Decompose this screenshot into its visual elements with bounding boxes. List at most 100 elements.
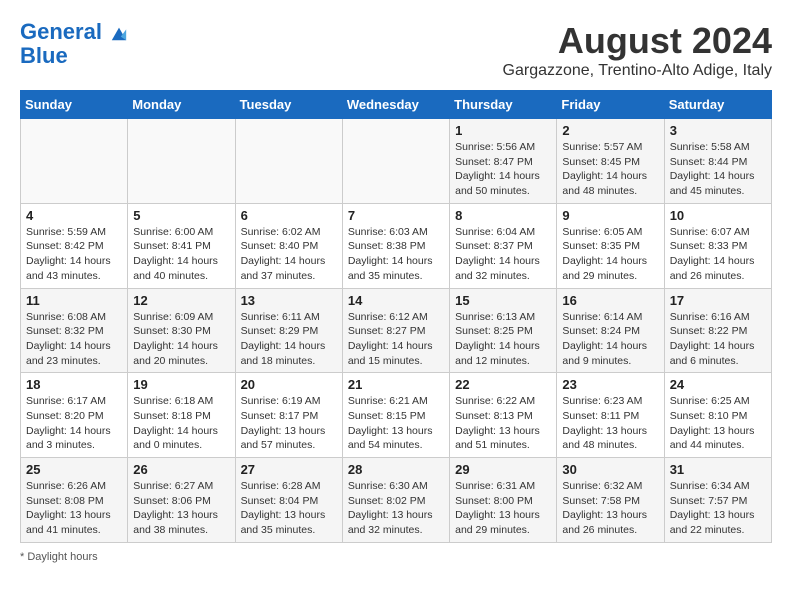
calendar-cell bbox=[342, 119, 449, 204]
day-info: Sunrise: 6:31 AM Sunset: 8:00 PM Dayligh… bbox=[455, 479, 551, 538]
day-info: Sunrise: 6:14 AM Sunset: 8:24 PM Dayligh… bbox=[562, 310, 658, 369]
calendar-cell: 31 Sunrise: 6:34 AM Sunset: 7:57 PM Dayli… bbox=[664, 458, 771, 543]
day-info: Sunrise: 5:57 AM Sunset: 8:45 PM Dayligh… bbox=[562, 140, 658, 199]
day-info: Sunrise: 6:05 AM Sunset: 8:35 PM Dayligh… bbox=[562, 225, 658, 284]
day-number: 30 bbox=[562, 462, 658, 477]
day-info: Sunrise: 6:19 AM Sunset: 8:17 PM Dayligh… bbox=[241, 394, 337, 453]
day-number: 24 bbox=[670, 377, 766, 392]
logo: General Blue bbox=[20, 20, 128, 68]
calendar-day-header: Sunday bbox=[21, 91, 128, 119]
day-number: 20 bbox=[241, 377, 337, 392]
calendar-cell: 3Sunrise: 5:58 AM Sunset: 8:44 PM Daylig… bbox=[664, 119, 771, 204]
calendar-week-row: 4 Sunrise: 5:59 AM Sunset: 8:42 PM Daylig… bbox=[21, 203, 772, 288]
calendar-week-row: 1 Sunrise: 5:56 AM Sunset: 8:47 PM Daylig… bbox=[21, 119, 772, 204]
calendar-cell: 13 Sunrise: 6:11 AM Sunset: 8:29 PM Dayli… bbox=[235, 288, 342, 373]
calendar-cell: 15Sunrise: 6:13 AM Sunset: 8:25 PM Dayli… bbox=[450, 288, 557, 373]
calendar-cell: 14 Sunrise: 6:12 AM Sunset: 8:27 PM Dayli… bbox=[342, 288, 449, 373]
logo-text2: Blue bbox=[20, 44, 68, 68]
day-info: Sunrise: 6:11 AM Sunset: 8:29 PM Dayligh… bbox=[241, 310, 337, 369]
day-number: 14 bbox=[348, 293, 444, 308]
calendar-cell bbox=[128, 119, 235, 204]
day-number: 17 bbox=[670, 293, 766, 308]
calendar-cell: 26Sunrise: 6:27 AM Sunset: 8:06 PM Dayli… bbox=[128, 458, 235, 543]
calendar-cell: 17 Sunrise: 6:16 AM Sunset: 8:22 PM Dayli… bbox=[664, 288, 771, 373]
day-info: Sunrise: 6:09 AM Sunset: 8:30 PM Dayligh… bbox=[133, 310, 229, 369]
calendar-cell: 12Sunrise: 6:09 AM Sunset: 8:30 PM Dayli… bbox=[128, 288, 235, 373]
day-info: Sunrise: 6:17 AM Sunset: 8:20 PM Dayligh… bbox=[26, 394, 122, 453]
day-info: Sunrise: 6:07 AM Sunset: 8:33 PM Dayligh… bbox=[670, 225, 766, 284]
day-number: 1 bbox=[455, 123, 551, 138]
calendar-day-header: Saturday bbox=[664, 91, 771, 119]
calendar-cell: 29Sunrise: 6:31 AM Sunset: 8:00 PM Dayli… bbox=[450, 458, 557, 543]
day-info: Sunrise: 6:02 AM Sunset: 8:40 PM Dayligh… bbox=[241, 225, 337, 284]
month-title: August 2024 bbox=[503, 20, 772, 62]
day-info: Sunrise: 6:32 AM Sunset: 7:58 PM Dayligh… bbox=[562, 479, 658, 538]
footer-note: * Daylight hours bbox=[20, 551, 772, 563]
calendar-cell: 4 Sunrise: 5:59 AM Sunset: 8:42 PM Daylig… bbox=[21, 203, 128, 288]
day-info: Sunrise: 6:21 AM Sunset: 8:15 PM Dayligh… bbox=[348, 394, 444, 453]
day-number: 3 bbox=[670, 123, 766, 138]
day-info: Sunrise: 6:30 AM Sunset: 8:02 PM Dayligh… bbox=[348, 479, 444, 538]
day-info: Sunrise: 6:16 AM Sunset: 8:22 PM Dayligh… bbox=[670, 310, 766, 369]
day-info: Sunrise: 6:34 AM Sunset: 7:57 PM Dayligh… bbox=[670, 479, 766, 538]
day-number: 22 bbox=[455, 377, 551, 392]
day-number: 6 bbox=[241, 208, 337, 223]
calendar-cell: 30 Sunrise: 6:32 AM Sunset: 7:58 PM Dayli… bbox=[557, 458, 664, 543]
day-number: 11 bbox=[26, 293, 122, 308]
day-number: 10 bbox=[670, 208, 766, 223]
day-info: Sunrise: 6:12 AM Sunset: 8:27 PM Dayligh… bbox=[348, 310, 444, 369]
day-info: Sunrise: 5:59 AM Sunset: 8:42 PM Dayligh… bbox=[26, 225, 122, 284]
calendar-cell: 11Sunrise: 6:08 AM Sunset: 8:32 PM Dayli… bbox=[21, 288, 128, 373]
calendar-cell: 10 Sunrise: 6:07 AM Sunset: 8:33 PM Dayli… bbox=[664, 203, 771, 288]
day-info: Sunrise: 6:27 AM Sunset: 8:06 PM Dayligh… bbox=[133, 479, 229, 538]
day-number: 21 bbox=[348, 377, 444, 392]
calendar-header-row: SundayMondayTuesdayWednesdayThursdayFrid… bbox=[21, 91, 772, 119]
calendar-day-header: Wednesday bbox=[342, 91, 449, 119]
day-number: 16 bbox=[562, 293, 658, 308]
calendar-cell: 28Sunrise: 6:30 AM Sunset: 8:02 PM Dayli… bbox=[342, 458, 449, 543]
day-number: 19 bbox=[133, 377, 229, 392]
calendar-cell: 20 Sunrise: 6:19 AM Sunset: 8:17 PM Dayli… bbox=[235, 373, 342, 458]
calendar-cell: 24 Sunrise: 6:25 AM Sunset: 8:10 PM Dayli… bbox=[664, 373, 771, 458]
calendar-cell: 27 Sunrise: 6:28 AM Sunset: 8:04 PM Dayli… bbox=[235, 458, 342, 543]
page-header: General Blue August 2024 Gargazzone, Tre… bbox=[20, 20, 772, 80]
calendar-cell bbox=[21, 119, 128, 204]
day-number: 7 bbox=[348, 208, 444, 223]
logo-text: General bbox=[20, 20, 128, 44]
subtitle: Gargazzone, Trentino-Alto Adige, Italy bbox=[503, 62, 772, 80]
day-number: 27 bbox=[241, 462, 337, 477]
day-number: 4 bbox=[26, 208, 122, 223]
day-number: 23 bbox=[562, 377, 658, 392]
day-info: Sunrise: 6:22 AM Sunset: 8:13 PM Dayligh… bbox=[455, 394, 551, 453]
calendar-day-header: Tuesday bbox=[235, 91, 342, 119]
day-number: 9 bbox=[562, 208, 658, 223]
calendar-cell: 16 Sunrise: 6:14 AM Sunset: 8:24 PM Dayli… bbox=[557, 288, 664, 373]
day-number: 5 bbox=[133, 208, 229, 223]
calendar-day-header: Friday bbox=[557, 91, 664, 119]
calendar-cell: 2 Sunrise: 5:57 AM Sunset: 8:45 PM Daylig… bbox=[557, 119, 664, 204]
calendar-cell: 22 Sunrise: 6:22 AM Sunset: 8:13 PM Dayli… bbox=[450, 373, 557, 458]
day-number: 2 bbox=[562, 123, 658, 138]
calendar-cell: 18 Sunrise: 6:17 AM Sunset: 8:20 PM Dayli… bbox=[21, 373, 128, 458]
day-info: Sunrise: 6:18 AM Sunset: 8:18 PM Dayligh… bbox=[133, 394, 229, 453]
day-number: 31 bbox=[670, 462, 766, 477]
day-info: Sunrise: 5:56 AM Sunset: 8:47 PM Dayligh… bbox=[455, 140, 551, 199]
title-block: August 2024 Gargazzone, Trentino-Alto Ad… bbox=[503, 20, 772, 80]
day-info: Sunrise: 6:28 AM Sunset: 8:04 PM Dayligh… bbox=[241, 479, 337, 538]
footer-text: Daylight hours bbox=[27, 551, 97, 563]
day-info: Sunrise: 6:04 AM Sunset: 8:37 PM Dayligh… bbox=[455, 225, 551, 284]
day-info: Sunrise: 6:25 AM Sunset: 8:10 PM Dayligh… bbox=[670, 394, 766, 453]
day-number: 15 bbox=[455, 293, 551, 308]
calendar-day-header: Monday bbox=[128, 91, 235, 119]
day-info: Sunrise: 6:00 AM Sunset: 8:41 PM Dayligh… bbox=[133, 225, 229, 284]
calendar-cell bbox=[235, 119, 342, 204]
day-number: 13 bbox=[241, 293, 337, 308]
calendar-week-row: 11Sunrise: 6:08 AM Sunset: 8:32 PM Dayli… bbox=[21, 288, 772, 373]
calendar-week-row: 25Sunrise: 6:26 AM Sunset: 8:08 PM Dayli… bbox=[21, 458, 772, 543]
calendar-week-row: 18 Sunrise: 6:17 AM Sunset: 8:20 PM Dayli… bbox=[21, 373, 772, 458]
day-number: 25 bbox=[26, 462, 122, 477]
calendar-day-header: Thursday bbox=[450, 91, 557, 119]
calendar-cell: 25Sunrise: 6:26 AM Sunset: 8:08 PM Dayli… bbox=[21, 458, 128, 543]
day-number: 18 bbox=[26, 377, 122, 392]
day-info: Sunrise: 6:23 AM Sunset: 8:11 PM Dayligh… bbox=[562, 394, 658, 453]
